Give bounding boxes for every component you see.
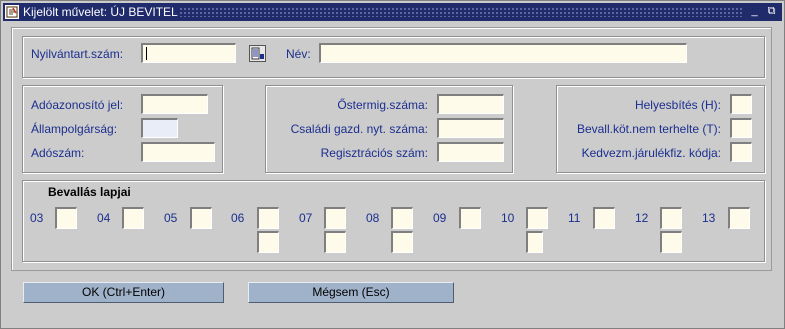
osterm-input[interactable] (437, 94, 504, 114)
page-06-box-2[interactable] (257, 231, 279, 253)
page-04-box[interactable] (122, 207, 144, 229)
page-05-box[interactable] (190, 207, 212, 229)
csaladi-gazd-label: Családi gazd. nyt. száma: (290, 122, 428, 136)
page-09-box[interactable] (459, 207, 481, 229)
page-number-12: 12 (635, 211, 649, 225)
adoszam-input[interactable] (141, 142, 215, 162)
csaladi-gazd-input[interactable] (437, 118, 504, 138)
page-13-box[interactable] (728, 207, 750, 229)
page-number-10: 10 (501, 211, 515, 225)
main-window: Kijelölt művelet: ÚJ BEVITEL _ ⧉ Nyilván… (0, 0, 785, 329)
page-number-08: 08 (366, 211, 380, 225)
page-11-box[interactable] (593, 207, 615, 229)
page-12-box-2[interactable] (660, 231, 682, 253)
title-bar-pattern (179, 7, 743, 17)
nyilvantart-szam-input[interactable] (141, 43, 236, 63)
page-08-box[interactable] (391, 207, 413, 229)
page-07-box-2[interactable] (324, 231, 346, 253)
cancel-button[interactable]: Mégsem (Esc) (248, 282, 454, 303)
minimize-button[interactable]: _ (748, 6, 761, 18)
page-number-09: 09 (433, 211, 447, 225)
kedvezm-label: Kedvezm.járulékfiz. kódja: (581, 146, 721, 160)
pages-title: Bevallás lapjai (48, 185, 131, 199)
bevall-input[interactable] (730, 118, 752, 138)
bevall-label: Bevall.köt.nem terhelte (T): (576, 122, 721, 136)
page-number-04: 04 (97, 211, 111, 225)
page-number-07: 07 (299, 211, 313, 225)
kedvezm-input[interactable] (730, 142, 752, 162)
nev-input[interactable] (319, 43, 687, 63)
regisztracios-label: Regisztrációs szám: (320, 146, 428, 160)
page-03-box[interactable] (55, 207, 77, 229)
title-bar[interactable]: Kijelölt művelet: ÚJ BEVITEL _ ⧉ (3, 3, 782, 21)
osterm-label: Őstermig.száma: (337, 98, 428, 112)
page-08-box-2[interactable] (391, 231, 413, 253)
page-number-06: 06 (231, 211, 245, 225)
nev-label: Név: (286, 47, 311, 61)
page-number-13: 13 (702, 211, 716, 225)
helyesbites-label: Helyesbítés (H): (634, 98, 721, 112)
restore-button[interactable]: ⧉ (765, 6, 778, 18)
page-06-box[interactable] (257, 207, 279, 229)
form-icon (5, 5, 19, 19)
helyesbites-input[interactable] (730, 94, 752, 114)
allampolgarsag-label: Állampolgárság: (31, 122, 118, 136)
adoszam-label: Adószám: (31, 146, 85, 160)
ok-button[interactable]: OK (Ctrl+Enter) (23, 282, 224, 303)
page-number-03: 03 (30, 211, 44, 225)
page-10-box-2[interactable] (526, 231, 543, 253)
adoazonosito-label: Adóazonosító jel: (31, 98, 124, 112)
page-number-11: 11 (568, 211, 581, 225)
window-title: Kijelölt művelet: ÚJ BEVITEL (23, 5, 178, 19)
adoazonosito-input[interactable] (141, 94, 208, 114)
regisztracios-input[interactable] (437, 142, 504, 162)
page-10-box[interactable] (526, 207, 548, 229)
page-12-box[interactable] (660, 207, 682, 229)
page-07-box[interactable] (324, 207, 346, 229)
allampolgarsag-input[interactable] (141, 118, 178, 138)
list-of-values-icon[interactable] (249, 45, 266, 62)
page-number-05: 05 (164, 211, 178, 225)
nyilvantart-szam-label: Nyilvántart.szám: (31, 47, 124, 61)
